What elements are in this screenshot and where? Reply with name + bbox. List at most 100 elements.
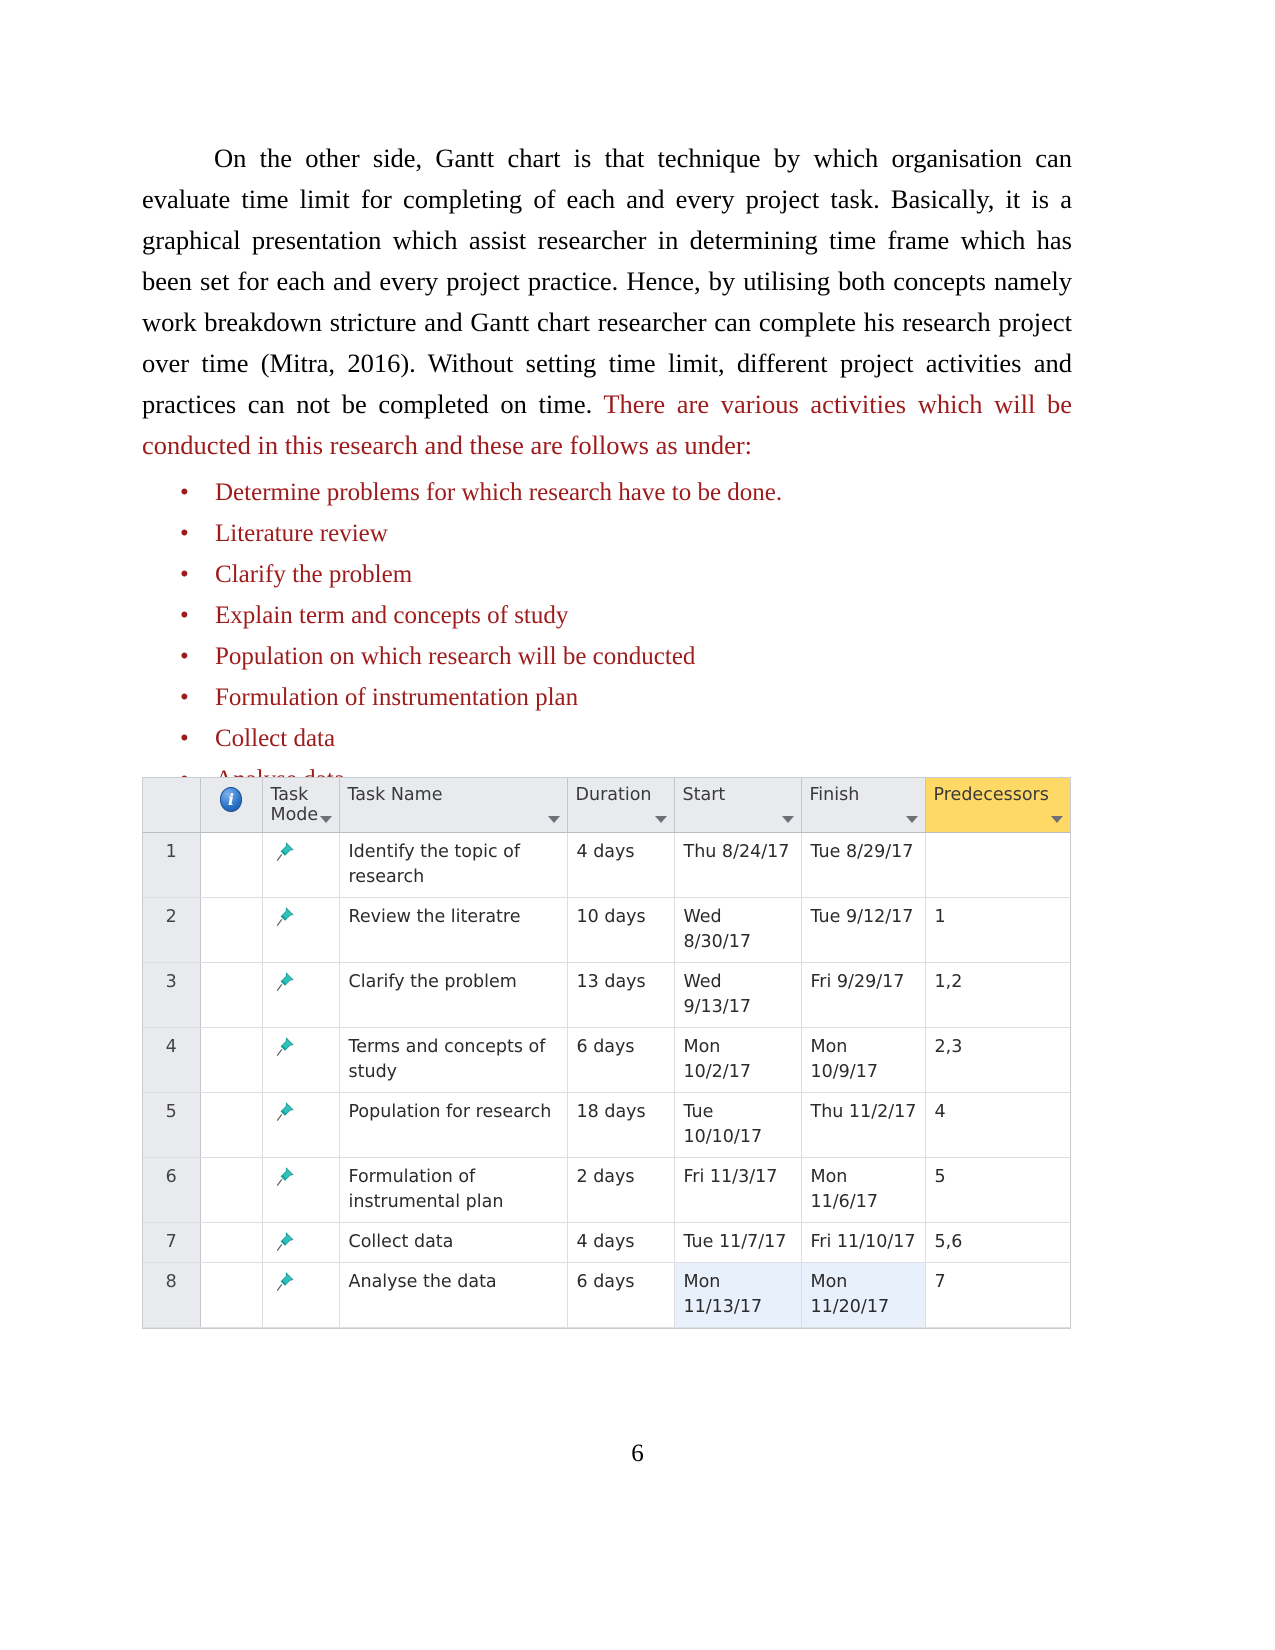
table-row[interactable]: 5 Population for research 18 days Tue 10… (143, 1092, 1070, 1158)
row-task-name-cell: Collect data (339, 1222, 568, 1263)
row-finish-cell: Tue 9/12/17 (801, 897, 926, 963)
page-body: On the other side, Gantt chart is that t… (142, 138, 1072, 800)
row-task-name-cell: Formulation of instrumental plan (339, 1157, 568, 1223)
column-header-finish-label: Finish (809, 785, 860, 805)
table-row[interactable]: 2 Review the literatre 10 days Wed 8/30/… (143, 897, 1070, 963)
table-row[interactable]: 3 Clarify the problem 13 days Wed 9/13/1… (143, 962, 1070, 1028)
bullet-icon: • (180, 520, 189, 547)
column-header-info: i (200, 778, 263, 833)
row-start-cell: Tue 10/10/17 (674, 1092, 802, 1158)
list-item: • Population on which research will be co… (180, 636, 1072, 677)
column-header-task-name[interactable]: Task Name (339, 778, 568, 833)
row-id-cell: 4 (143, 1027, 201, 1093)
document-page: On the other side, Gantt chart is that t… (0, 0, 1275, 1650)
list-item: • Collect data (180, 718, 1072, 759)
row-id-cell: 2 (143, 897, 201, 963)
list-item: • Formulation of instrumentation plan (180, 677, 1072, 718)
row-info-cell (200, 832, 263, 898)
row-duration-cell: 6 days (567, 1262, 675, 1328)
row-start-cell: Tue 11/7/17 (674, 1222, 802, 1263)
filter-dropdown-icon[interactable] (319, 815, 332, 823)
row-duration-cell: 18 days (567, 1092, 675, 1158)
pushpin-icon (276, 1231, 294, 1251)
row-start-cell: Mon 10/2/17 (674, 1027, 802, 1093)
table-row[interactable]: 4 Terms and concepts of study 6 days Mon… (143, 1027, 1070, 1093)
list-item: • Explain term and concepts of study (180, 595, 1072, 636)
row-task-mode-cell[interactable] (262, 897, 340, 963)
filter-dropdown-icon[interactable] (905, 815, 918, 823)
table-row[interactable]: 7 Collect data 4 days Tue 11/7/17 Fri 11… (143, 1222, 1070, 1263)
list-item-label: Collect data (215, 725, 336, 752)
table-row[interactable]: 1 Identify the topic of research 4 days … (143, 832, 1070, 898)
row-task-mode-cell[interactable] (262, 832, 340, 898)
row-task-name-cell: Clarify the problem (339, 962, 568, 1028)
row-predecessors-cell: 4 (925, 1092, 1070, 1158)
row-info-cell (200, 1092, 263, 1158)
row-task-mode-cell[interactable] (262, 1092, 340, 1158)
pushpin-icon (276, 1101, 294, 1121)
row-duration-cell: 4 days (567, 832, 675, 898)
column-header-predecessors[interactable]: Predecessors (925, 778, 1070, 833)
list-item-label: Determine problems for which research ha… (215, 479, 783, 506)
bullet-icon: • (180, 684, 189, 711)
bullet-icon: • (180, 725, 189, 752)
row-predecessors-cell: 5,6 (925, 1222, 1070, 1263)
list-item-label: Clarify the problem (215, 561, 413, 588)
gantt-task-table: i Task Mode Task Name Duration Start Fin… (142, 777, 1071, 1329)
research-activities-list: • Determine problems for which research h… (142, 472, 1072, 800)
list-item-label: Population on which research will be con… (215, 643, 696, 670)
row-task-mode-cell[interactable] (262, 1262, 340, 1328)
row-task-name-cell: Identify the topic of research (339, 832, 568, 898)
list-item-label: Literature review (215, 520, 388, 547)
row-predecessors-cell: 1,2 (925, 962, 1070, 1028)
row-task-mode-cell[interactable] (262, 1027, 340, 1093)
row-finish-cell: Fri 11/10/17 (801, 1222, 926, 1263)
table-row[interactable]: 6 Formulation of instrumental plan 2 day… (143, 1157, 1070, 1223)
list-item-label: Formulation of instrumentation plan (215, 684, 579, 711)
table-row[interactable]: 8 Analyse the data 6 days Mon 11/13/17 M… (143, 1262, 1070, 1328)
filter-dropdown-icon[interactable] (781, 815, 794, 823)
row-predecessors-cell: 7 (925, 1262, 1070, 1328)
row-finish-cell: Tue 8/29/17 (801, 832, 926, 898)
pushpin-icon (276, 1271, 294, 1291)
row-start-cell: Fri 11/3/17 (674, 1157, 802, 1223)
column-header-task-name-label: Task Name (347, 785, 443, 805)
row-duration-cell: 4 days (567, 1222, 675, 1263)
column-header-duration[interactable]: Duration (567, 778, 675, 833)
table-header-row: i Task Mode Task Name Duration Start Fin… (143, 778, 1070, 833)
row-id-cell: 3 (143, 962, 201, 1028)
row-duration-cell: 10 days (567, 897, 675, 963)
row-predecessors-cell (925, 832, 1070, 898)
row-duration-cell: 13 days (567, 962, 675, 1028)
filter-dropdown-icon[interactable] (1051, 815, 1063, 823)
row-info-cell (200, 1027, 263, 1093)
column-header-start[interactable]: Start (674, 778, 802, 833)
column-header-finish[interactable]: Finish (801, 778, 926, 833)
info-icon: i (220, 787, 242, 812)
row-info-cell (200, 897, 263, 963)
row-finish-cell: Mon 10/9/17 (801, 1027, 926, 1093)
page-number: 6 (631, 1440, 644, 1467)
list-item: • Clarify the problem (180, 554, 1072, 595)
filter-dropdown-icon[interactable] (654, 815, 667, 823)
row-finish-cell: Thu 11/2/17 (801, 1092, 926, 1158)
row-start-cell: Wed 9/13/17 (674, 962, 802, 1028)
row-predecessors-cell: 2,3 (925, 1027, 1070, 1093)
column-header-task-mode[interactable]: Task Mode (262, 778, 340, 833)
row-task-mode-cell[interactable] (262, 1157, 340, 1223)
filter-dropdown-icon[interactable] (547, 815, 560, 823)
row-predecessors-cell: 5 (925, 1157, 1070, 1223)
column-header-id (143, 778, 201, 833)
row-info-cell (200, 1157, 263, 1223)
row-id-cell: 8 (143, 1262, 201, 1328)
row-task-mode-cell[interactable] (262, 962, 340, 1028)
table-body: 1 Identify the topic of research 4 days … (143, 832, 1070, 1328)
row-task-mode-cell[interactable] (262, 1222, 340, 1263)
row-task-name-cell: Analyse the data (339, 1262, 568, 1328)
pushpin-icon (276, 1166, 294, 1186)
row-info-cell (200, 962, 263, 1028)
column-header-duration-label: Duration (575, 785, 652, 805)
row-id-cell: 7 (143, 1222, 201, 1263)
row-finish-cell: Mon 11/6/17 (801, 1157, 926, 1223)
pushpin-icon (276, 906, 294, 926)
